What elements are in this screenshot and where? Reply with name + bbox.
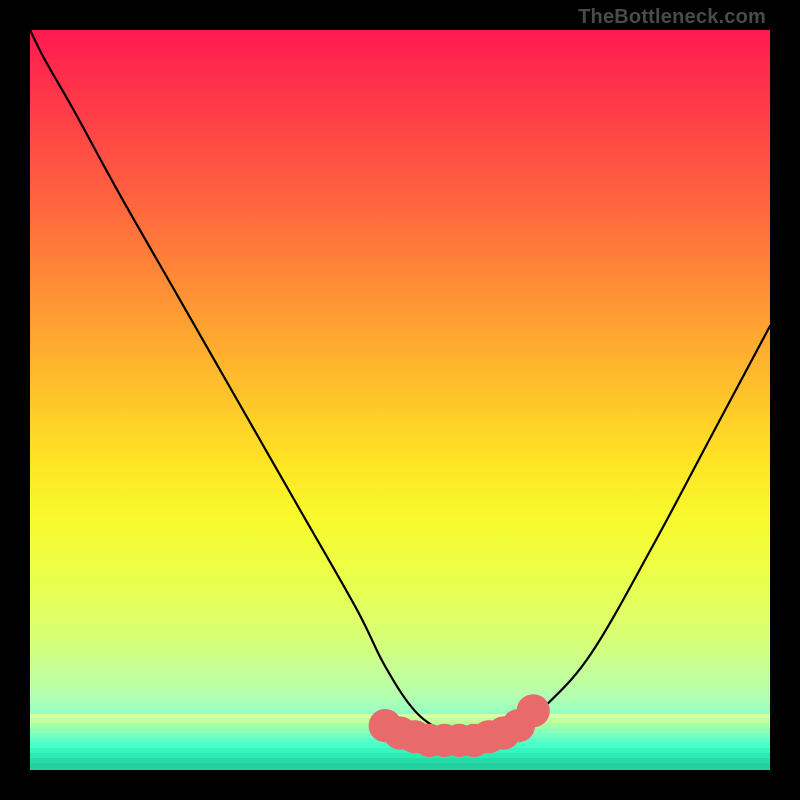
plot-area <box>30 30 770 770</box>
bottleneck-curve <box>30 30 770 741</box>
chart-frame: TheBottleneck.com <box>0 0 800 800</box>
curve-layer <box>30 30 770 770</box>
floor-blob-group <box>369 694 550 757</box>
floor-blob <box>517 694 550 727</box>
watermark-text: TheBottleneck.com <box>578 6 766 29</box>
